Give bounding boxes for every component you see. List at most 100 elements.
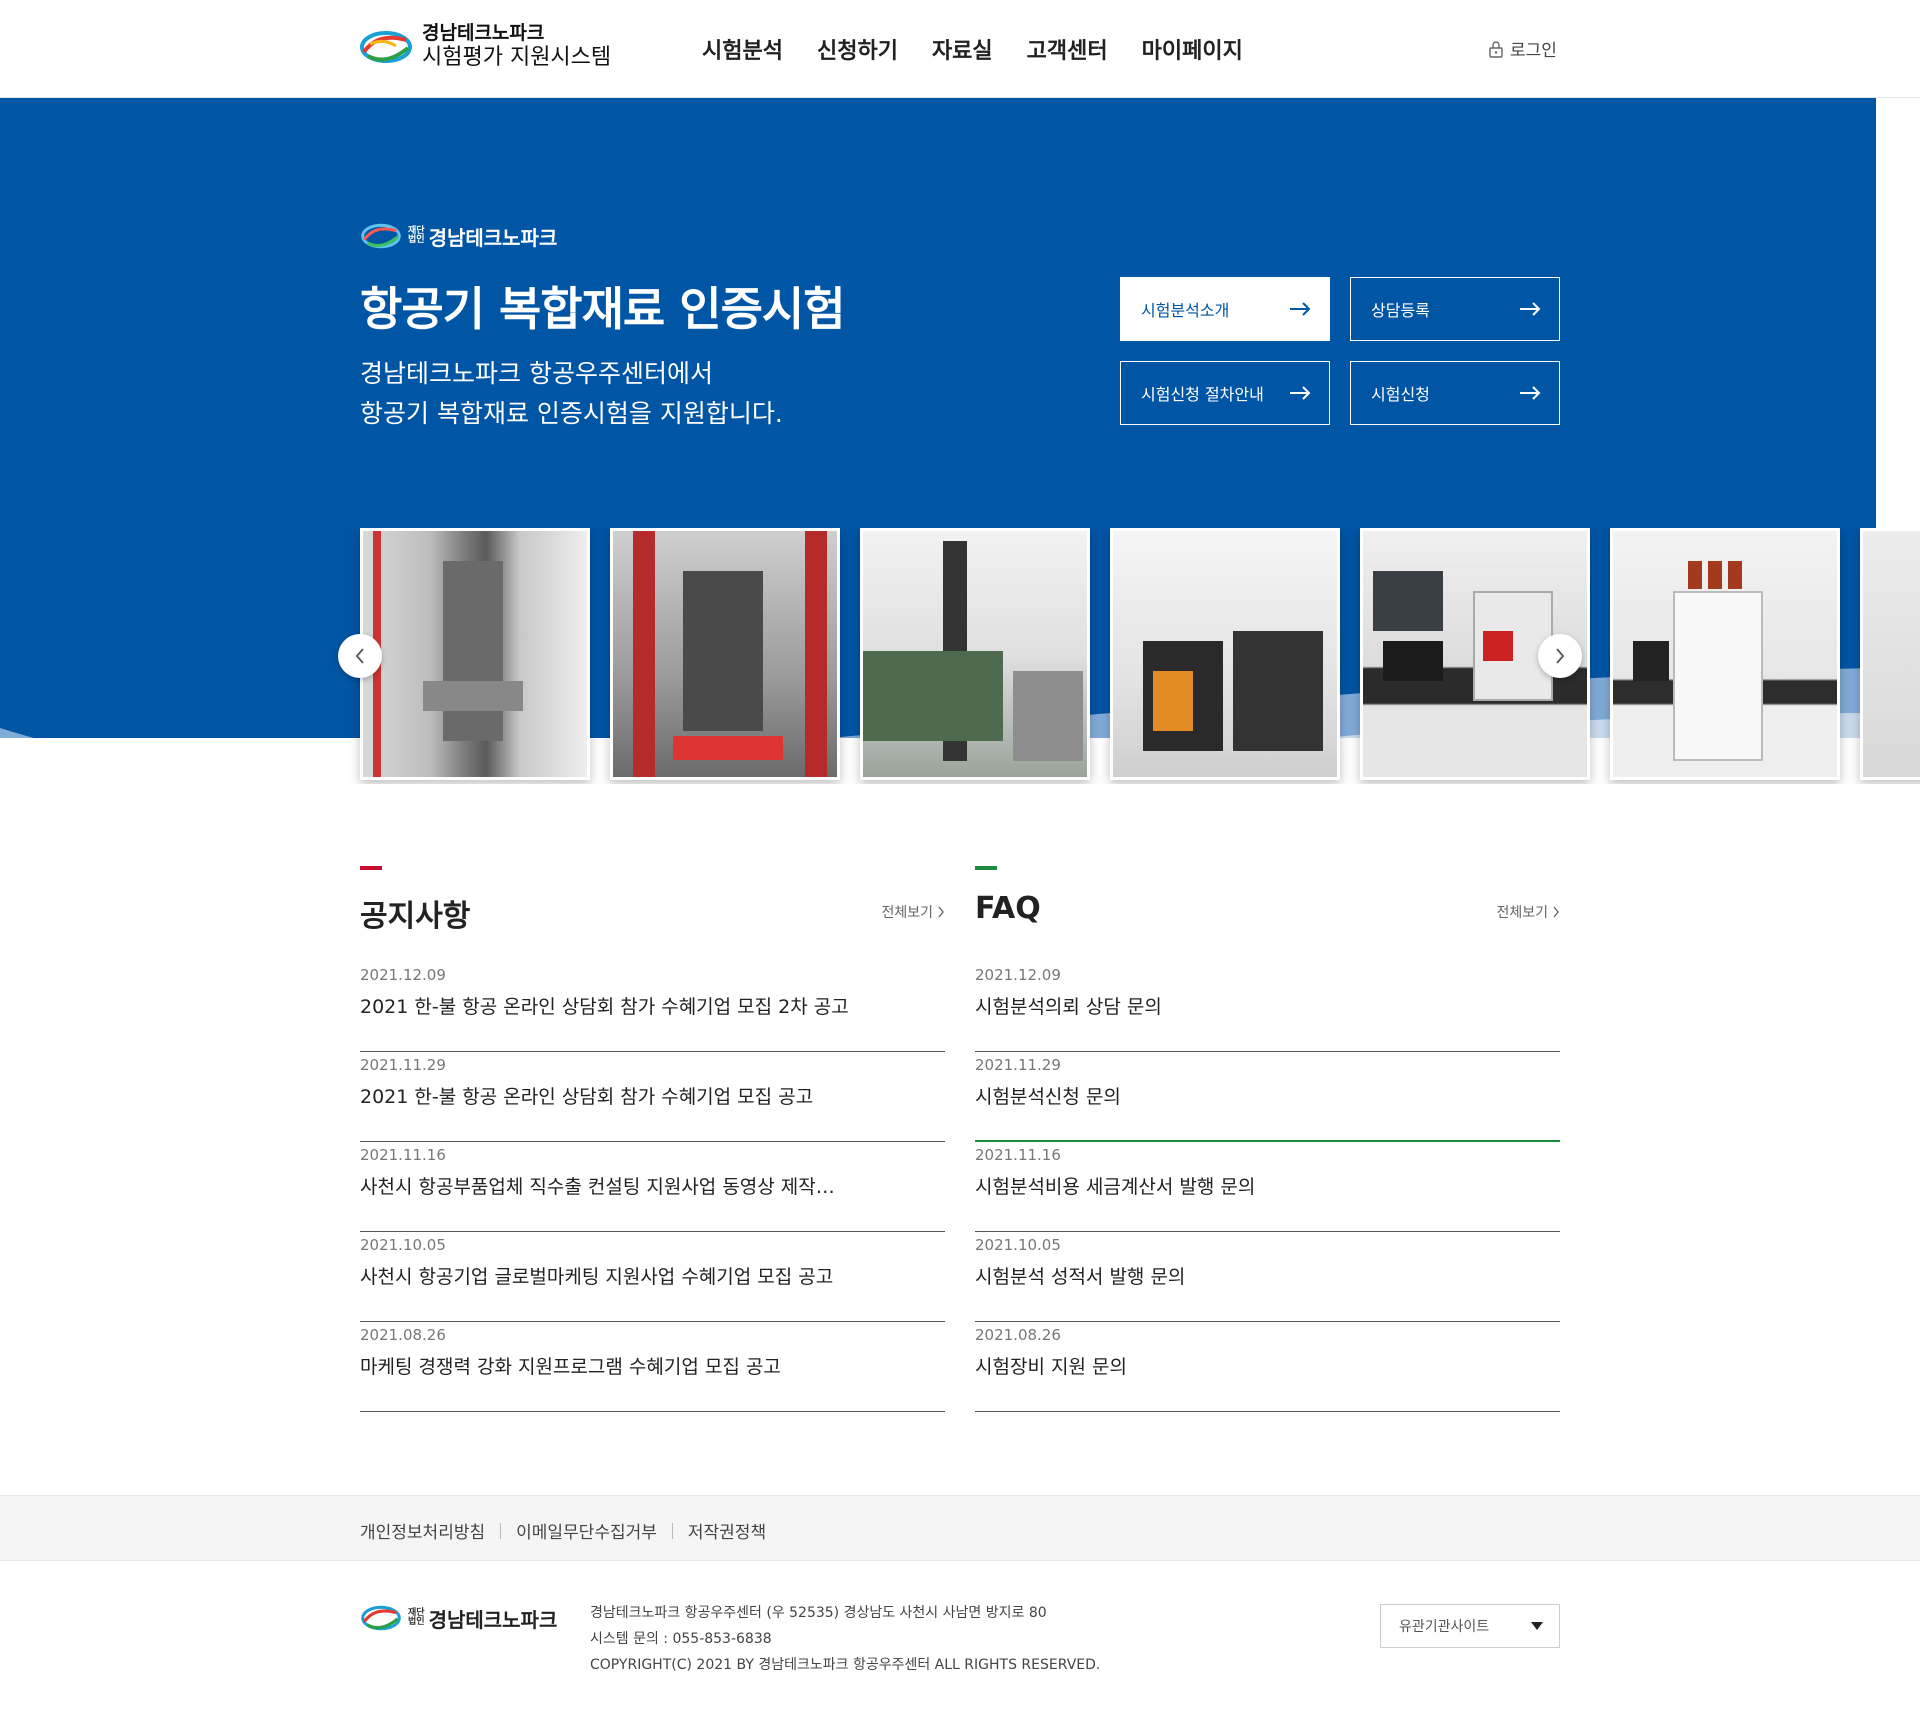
list-item[interactable]: 2021.11.16 시험분석비용 세금계산서 발행 문의 bbox=[975, 1142, 1560, 1232]
item-date: 2021.11.16 bbox=[975, 1146, 1061, 1164]
item-date: 2021.10.05 bbox=[975, 1236, 1061, 1254]
item-subject[interactable]: 2021 한-불 항공 온라인 상담회 참가 수혜기업 모집 공고 bbox=[360, 1082, 945, 1109]
equipment-photo bbox=[863, 531, 1087, 777]
hero-description: 경남테크노파크 항공우주센터에서 항공기 복합재료 인증시험을 지원합니다. bbox=[360, 359, 783, 428]
footer-contact: 시스템 문의 : 055-853-6838 bbox=[590, 1631, 772, 1647]
slider-prev-button[interactable] bbox=[338, 634, 382, 678]
brand-name: 경남테크노파크 bbox=[428, 225, 558, 250]
hero-title: 항공기 복합재료 인증시험 bbox=[360, 282, 846, 336]
list-item[interactable]: 2021.11.29 시험분석신청 문의 bbox=[975, 1052, 1560, 1142]
slide-equipment-4[interactable] bbox=[1110, 528, 1340, 780]
nav-item-mypage[interactable]: 마이페이지 bbox=[1142, 33, 1243, 65]
equipment-photo bbox=[363, 531, 587, 777]
item-subject[interactable]: 시험분석신청 문의 bbox=[975, 1082, 1560, 1109]
chevron-right-icon bbox=[1556, 648, 1565, 664]
footer-divider bbox=[671, 1522, 673, 1539]
item-date: 2021.12.09 bbox=[975, 966, 1061, 984]
brand-foundation-mark: 재단 법인 bbox=[408, 1607, 425, 1627]
slide-equipment-1[interactable] bbox=[360, 528, 590, 780]
faq-more-link[interactable]: 전체보기 bbox=[1496, 902, 1560, 922]
notice-board: 공지사항 전체보기 2021.12.09 2021 한-불 항공 온라인 상담회… bbox=[360, 866, 945, 1412]
list-item[interactable]: 2021.08.26 마케팅 경쟁력 강화 지원프로그램 수혜기업 모집 공고 bbox=[360, 1322, 945, 1412]
chevron-left-icon bbox=[355, 648, 364, 664]
list-item[interactable]: 2021.12.09 2021 한-불 항공 온라인 상담회 참가 수혜기업 모… bbox=[360, 962, 945, 1052]
footer-address: 경남테크노파크 항공우주센터 (우 52535) 경상남도 사천시 사남면 방지… bbox=[590, 1605, 1047, 1621]
notice-list: 2021.12.09 2021 한-불 항공 온라인 상담회 참가 수혜기업 모… bbox=[360, 962, 945, 1412]
chevron-right-icon bbox=[938, 906, 944, 918]
equipment-photo bbox=[1113, 531, 1337, 777]
lock-icon bbox=[1489, 40, 1503, 58]
logo-line-1: 경남테크노파크 bbox=[422, 22, 545, 44]
faq-list: 2021.12.09 시험분석의뢰 상담 문의 2021.11.29 시험분석신… bbox=[975, 962, 1560, 1412]
technopark-logo-icon bbox=[360, 30, 412, 63]
technopark-logo-icon bbox=[361, 1605, 401, 1631]
nav-item-resources[interactable]: 자료실 bbox=[932, 33, 993, 65]
footer-link-privacy[interactable]: 개인정보처리방침 bbox=[360, 1518, 485, 1543]
chevron-right-icon bbox=[1553, 906, 1559, 918]
notice-more-link[interactable]: 전체보기 bbox=[881, 902, 945, 922]
login-label: 로그인 bbox=[1510, 41, 1557, 61]
slide-equipment-7[interactable] bbox=[1860, 528, 1920, 780]
main-nav: 시험분석 신청하기 자료실 고객센터 마이페이지 bbox=[702, 33, 1277, 65]
item-date: 2021.11.29 bbox=[975, 1056, 1061, 1074]
list-item[interactable]: 2021.08.26 시험장비 지원 문의 bbox=[975, 1322, 1560, 1412]
list-item[interactable]: 2021.12.09 시험분석의뢰 상담 문의 bbox=[975, 962, 1560, 1052]
footer-divider bbox=[500, 1522, 502, 1539]
footer-link-email-refusal[interactable]: 이메일무단수집거부 bbox=[516, 1518, 657, 1543]
notice-title: 공지사항 bbox=[360, 899, 471, 934]
logo-line-2: 시험평가 지원시스템 bbox=[422, 44, 612, 70]
hero-brand: 재단 법인 경남테크노파크 bbox=[360, 220, 557, 252]
faq-board: FAQ 전체보기 2021.12.09 시험분석의뢰 상담 문의 2021.11… bbox=[975, 866, 1560, 1412]
nav-item-test-analysis[interactable]: 시험분석 bbox=[702, 33, 783, 65]
footer-nav: 개인정보처리방침 이메일무단수집거부 저작권정책 bbox=[0, 1495, 1920, 1561]
footer-logo: 재단 법인 경남테크노파크 bbox=[360, 1602, 557, 1634]
item-subject[interactable]: 마케팅 경쟁력 강화 지원프로그램 수혜기업 모집 공고 bbox=[360, 1352, 945, 1379]
quick-button-test-intro[interactable]: 시험분석소개 bbox=[1120, 277, 1330, 341]
quick-button-consult[interactable]: 상담등록 bbox=[1350, 277, 1560, 341]
login-link[interactable]: 로그인 bbox=[1488, 36, 1557, 61]
faq-accent-bar bbox=[975, 866, 997, 870]
slider-next-button[interactable] bbox=[1538, 634, 1582, 678]
nav-item-customer-center[interactable]: 고객센터 bbox=[1027, 33, 1108, 65]
item-subject[interactable]: 2021 한-불 항공 온라인 상담회 참가 수혜기업 모집 2차 공고 bbox=[360, 992, 945, 1019]
family-site-select[interactable]: 유관기관사이트 bbox=[1380, 1604, 1560, 1648]
slide-equipment-2[interactable] bbox=[610, 528, 840, 780]
equipment-photo bbox=[1613, 531, 1837, 777]
nav-item-apply[interactable]: 신청하기 bbox=[817, 33, 898, 65]
list-item[interactable]: 2021.11.29 2021 한-불 항공 온라인 상담회 참가 수혜기업 모… bbox=[360, 1052, 945, 1142]
item-subject[interactable]: 시험장비 지원 문의 bbox=[975, 1352, 1560, 1379]
footer-link-copyright-policy[interactable]: 저작권정책 bbox=[688, 1518, 766, 1543]
list-item[interactable]: 2021.10.05 사천시 항공기업 글로벌마케팅 지원사업 수혜기업 모집 … bbox=[360, 1232, 945, 1322]
footer-brand-name: 경남테크노파크 bbox=[428, 1607, 558, 1632]
quick-button-apply[interactable]: 시험신청 bbox=[1350, 361, 1560, 425]
slide-equipment-6[interactable] bbox=[1610, 528, 1840, 780]
arrow-right-icon bbox=[1290, 302, 1311, 316]
item-date: 2021.08.26 bbox=[975, 1326, 1061, 1344]
technopark-logo-icon bbox=[361, 223, 401, 249]
slide-equipment-3[interactable] bbox=[860, 528, 1090, 780]
equipment-slider bbox=[0, 528, 1920, 784]
site-logo[interactable]: 경남테크노파크 시험평가 지원시스템 bbox=[360, 22, 611, 71]
equipment-photo bbox=[1863, 531, 1920, 777]
list-item[interactable]: 2021.10.05 시험분석 성적서 발행 문의 bbox=[975, 1232, 1560, 1322]
item-date: 2021.11.16 bbox=[360, 1146, 446, 1164]
caret-down-icon bbox=[1531, 1622, 1543, 1630]
equipment-photo bbox=[613, 531, 837, 777]
quick-button-procedure[interactable]: 시험신청 절차안내 bbox=[1120, 361, 1330, 425]
item-subject[interactable]: 시험분석비용 세금계산서 발행 문의 bbox=[975, 1172, 1560, 1199]
list-item[interactable]: 2021.11.16 사천시 항공부품업체 직수출 컨설팅 지원사업 동영상 제… bbox=[360, 1142, 945, 1232]
family-site-label: 유관기관사이트 bbox=[1399, 1619, 1490, 1635]
item-date: 2021.10.05 bbox=[360, 1236, 446, 1254]
arrow-right-icon bbox=[1290, 386, 1311, 400]
item-subject[interactable]: 시험분석 성적서 발행 문의 bbox=[975, 1262, 1560, 1289]
footer-info: 경남테크노파크 항공우주센터 (우 52535) 경상남도 사천시 사남면 방지… bbox=[590, 1600, 1100, 1678]
footer-copyright: COPYRIGHT(C) 2021 BY 경남테크노파크 항공우주센터 ALL … bbox=[590, 1657, 1101, 1673]
faq-title: FAQ bbox=[975, 891, 1041, 926]
brand-foundation-mark: 재단 법인 bbox=[408, 225, 425, 245]
arrow-right-icon bbox=[1520, 386, 1541, 400]
item-subject[interactable]: 사천시 항공기업 글로벌마케팅 지원사업 수혜기업 모집 공고 bbox=[360, 1262, 945, 1289]
item-date: 2021.08.26 bbox=[360, 1326, 446, 1344]
item-subject[interactable]: 시험분석의뢰 상담 문의 bbox=[975, 992, 1560, 1019]
item-subject[interactable]: 사천시 항공부품업체 직수출 컨설팅 지원사업 동영상 제작… bbox=[360, 1172, 945, 1199]
item-date: 2021.11.29 bbox=[360, 1056, 446, 1074]
